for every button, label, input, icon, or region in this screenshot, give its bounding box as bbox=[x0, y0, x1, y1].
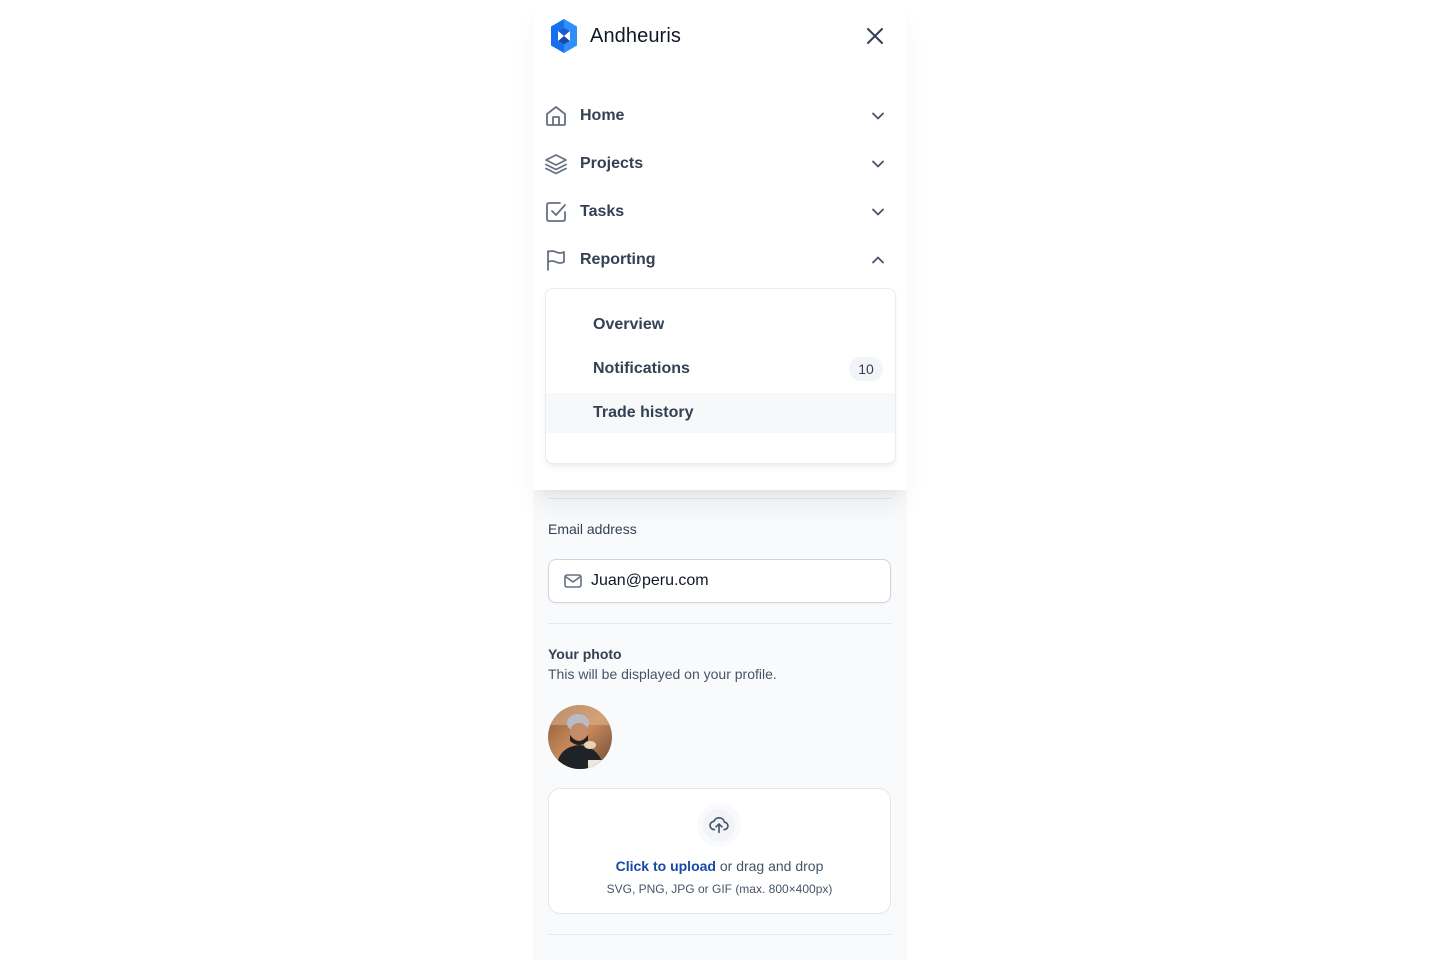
upload-cloud-icon bbox=[697, 803, 741, 847]
flag-icon bbox=[544, 248, 568, 272]
nav-item-home[interactable]: Home bbox=[544, 96, 894, 136]
settings-section: Email address Juan@peru.com Your photo T… bbox=[533, 490, 907, 960]
home-icon bbox=[544, 104, 568, 128]
reporting-submenu: Overview Notifications 10 Trade history bbox=[545, 288, 896, 464]
submenu-label: Overview bbox=[593, 316, 665, 333]
nav-item-projects[interactable]: Projects bbox=[544, 144, 894, 184]
mail-icon bbox=[563, 571, 583, 591]
upload-instructions: Click to upload or drag and drop bbox=[549, 858, 890, 874]
photo-subtitle: This will be displayed on your profile. bbox=[548, 666, 777, 682]
email-value: Juan@peru.com bbox=[591, 572, 709, 589]
submenu-item-overview[interactable]: Overview bbox=[546, 305, 895, 345]
chevron-down-icon bbox=[868, 202, 888, 222]
close-icon bbox=[865, 26, 885, 46]
nav-label: Projects bbox=[580, 155, 644, 172]
mobile-screen: Email address Juan@peru.com Your photo T… bbox=[533, 0, 907, 960]
nav-label: Home bbox=[580, 107, 625, 124]
mobile-nav-menu: Andheuris Home Projects Tasks Reporting … bbox=[533, 0, 907, 490]
divider bbox=[548, 498, 892, 499]
click-to-upload-link[interactable]: Click to upload bbox=[616, 858, 716, 874]
brand-logo[interactable]: Andheuris bbox=[547, 18, 681, 54]
nav-label: Reporting bbox=[580, 251, 656, 268]
check-square-icon bbox=[544, 200, 568, 224]
upload-rest-text: or drag and drop bbox=[715, 858, 824, 874]
nav-item-reporting[interactable]: Reporting bbox=[544, 240, 894, 280]
submenu-item-notifications[interactable]: Notifications 10 bbox=[546, 349, 895, 389]
divider bbox=[548, 623, 892, 624]
layers-icon bbox=[544, 152, 568, 176]
upload-dropzone[interactable]: Click to upload or drag and drop SVG, PN… bbox=[548, 788, 891, 914]
logo-icon bbox=[547, 18, 581, 54]
submenu-item-trade-history[interactable]: Trade history bbox=[546, 393, 895, 433]
chevron-down-icon bbox=[868, 154, 888, 174]
close-menu-button[interactable] bbox=[863, 24, 887, 48]
nav-item-tasks[interactable]: Tasks bbox=[544, 192, 894, 232]
submenu-label: Notifications bbox=[593, 360, 690, 377]
chevron-up-icon bbox=[868, 250, 888, 270]
avatar bbox=[548, 705, 612, 769]
photo-title: Your photo bbox=[548, 646, 622, 662]
email-label: Email address bbox=[548, 521, 637, 537]
divider bbox=[548, 934, 892, 935]
chevron-down-icon bbox=[868, 106, 888, 126]
nav-label: Tasks bbox=[580, 203, 625, 220]
notification-count-badge: 10 bbox=[849, 357, 883, 381]
upload-hint: SVG, PNG, JPG or GIF (max. 800×400px) bbox=[606, 882, 833, 896]
submenu-label: Trade history bbox=[593, 404, 694, 421]
brand-name: Andheuris bbox=[590, 24, 681, 47]
email-field[interactable]: Juan@peru.com bbox=[548, 559, 891, 603]
